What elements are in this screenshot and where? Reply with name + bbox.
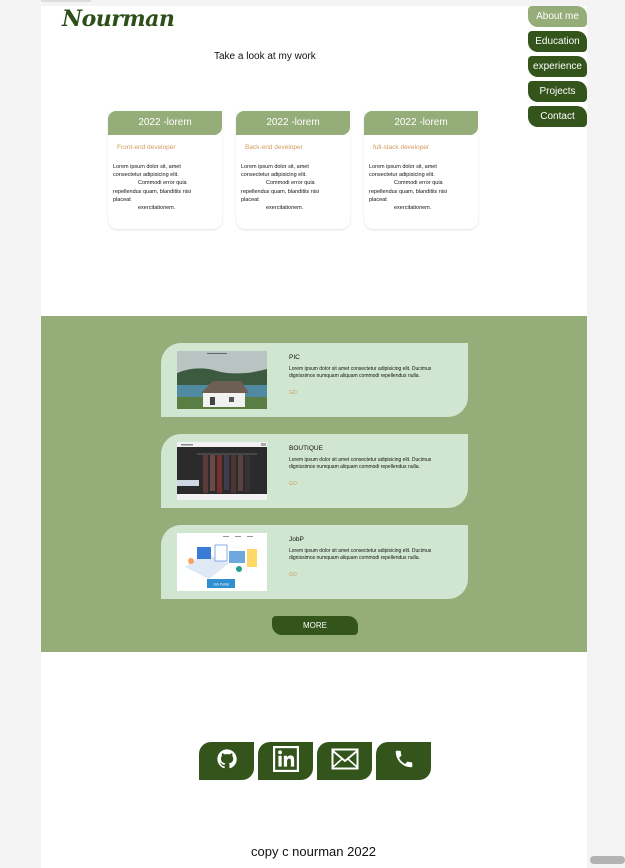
nav-contact[interactable]: Contact bbox=[528, 106, 587, 127]
logo[interactable]: Nourman bbox=[62, 6, 175, 32]
nav-about-me[interactable]: About me bbox=[528, 6, 587, 27]
top-edge-mark bbox=[41, 0, 91, 2]
project-go-link[interactable]: GO bbox=[289, 481, 297, 487]
experience-card: 2022 -lorem Front-end developer Lorem ip… bbox=[108, 111, 222, 229]
card-text-c: repellendus quam, blanditiis nisi placea… bbox=[369, 188, 447, 203]
project-title: PIC bbox=[289, 354, 300, 361]
card-role: full-stack developer bbox=[373, 144, 429, 151]
card-text: Lorem ipsum dolor sit, amet consectetur … bbox=[236, 151, 337, 212]
card-title: 2022 -lorem bbox=[108, 111, 222, 135]
linkedin-icon bbox=[272, 745, 299, 777]
card-title: 2022 -lorem bbox=[236, 111, 350, 135]
phone-button[interactable] bbox=[376, 742, 431, 780]
project-card-pic: PIC Lorem ipsum dolor sit amet consectet… bbox=[161, 343, 468, 417]
nav-projects[interactable]: Projects bbox=[528, 81, 587, 102]
project-title: JobP bbox=[289, 536, 304, 543]
card-text-d: exercitationem. bbox=[394, 205, 432, 212]
nav-experience[interactable]: experience bbox=[528, 56, 587, 77]
linkedin-button[interactable] bbox=[258, 742, 313, 780]
project-thumbnail-boutique[interactable] bbox=[177, 442, 267, 500]
card-text-b: Commodi error quia bbox=[266, 180, 315, 187]
mail-button[interactable] bbox=[317, 742, 372, 780]
more-button[interactable]: MORE bbox=[272, 616, 358, 635]
card-role: Front-end developer bbox=[117, 144, 176, 151]
card-text-a: Lorem ipsum dolor sit, amet consectetur … bbox=[369, 164, 437, 179]
project-thumbnail-house[interactable] bbox=[177, 351, 267, 409]
card-text-a: Lorem ipsum dolor sit, amet consectetur … bbox=[113, 164, 181, 179]
section-tagline: Take a look at my work bbox=[214, 51, 316, 62]
project-thumbnail-jobportal[interactable]: Job Portal bbox=[177, 533, 267, 591]
github-icon bbox=[216, 748, 238, 775]
card-text-d: exercitationem. bbox=[138, 205, 176, 212]
project-description: Lorem ipsum dolor sit amet consectetur a… bbox=[289, 548, 432, 561]
card-title: 2022 -lorem bbox=[364, 111, 478, 135]
project-go-link[interactable]: GO bbox=[289, 390, 297, 396]
card-text-d: exercitationem. bbox=[266, 205, 304, 212]
github-button[interactable] bbox=[199, 742, 254, 780]
card-text-c: repellendus quam, blanditiis nisi placea… bbox=[113, 188, 191, 203]
horizontal-scrollbar[interactable] bbox=[590, 856, 625, 864]
card-text: Lorem ipsum dolor sit, amet consectetur … bbox=[364, 151, 465, 212]
project-description: Lorem ipsum dolor sit amet consectetur a… bbox=[289, 457, 432, 470]
card-role: Back-end developer bbox=[245, 144, 303, 151]
card-text: Lorem ipsum dolor sit, amet consectetur … bbox=[108, 151, 209, 212]
card-text-b: Commodi error quia bbox=[138, 180, 187, 187]
card-text-c: repellendus quam, blanditiis nisi placea… bbox=[241, 188, 319, 203]
experience-card: 2022 -lorem Back-end developer Lorem ips… bbox=[236, 111, 350, 229]
project-title: BOUTIQUE bbox=[289, 445, 323, 452]
job-portal-thumb-text: Job Portal bbox=[213, 583, 229, 587]
phone-icon bbox=[393, 748, 415, 775]
card-text-a: Lorem ipsum dolor sit, amet consectetur … bbox=[241, 164, 309, 179]
project-description: Lorem ipsum dolor sit amet consectetur a… bbox=[289, 366, 432, 379]
mail-icon bbox=[331, 748, 359, 775]
footer-copyright: copy c nourman 2022 bbox=[251, 844, 377, 859]
side-nav: About me Education experience Projects C… bbox=[528, 6, 587, 131]
experience-card: 2022 -lorem full-stack developer Lorem i… bbox=[364, 111, 478, 229]
card-text-b: Commodi error quia bbox=[394, 180, 443, 187]
nav-education[interactable]: Education bbox=[528, 31, 587, 52]
project-card-boutique: BOUTIQUE Lorem ipsum dolor sit amet cons… bbox=[161, 434, 468, 508]
project-go-link[interactable]: GO bbox=[289, 572, 297, 578]
project-card-jobp: Job Portal JobP Lorem ipsum dolor sit am… bbox=[161, 525, 468, 599]
